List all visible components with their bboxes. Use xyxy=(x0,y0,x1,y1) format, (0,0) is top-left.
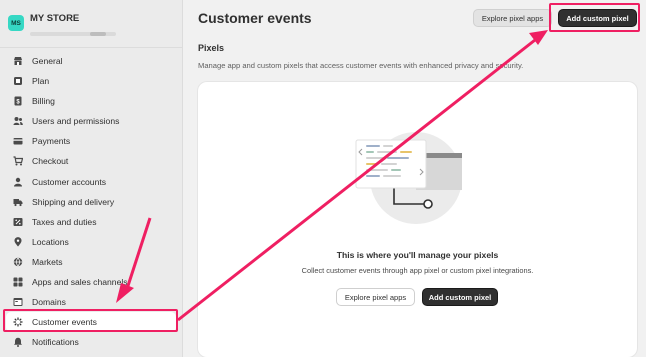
sidebar-item-label: Shipping and delivery xyxy=(32,196,115,207)
settings-sidebar: MS MY STORE General Plan $ Billing Users… xyxy=(0,0,183,357)
sidebar-item-customer-accounts[interactable]: Customer accounts xyxy=(6,172,176,192)
globe-icon xyxy=(13,257,23,267)
store-icon xyxy=(13,56,23,66)
sidebar-item-customer-events[interactable]: Customer events xyxy=(6,312,176,333)
sidebar-divider xyxy=(0,47,182,48)
sidebar-item-label: Customer accounts xyxy=(32,176,107,187)
sidebar-item-payments[interactable]: Payments xyxy=(6,131,176,151)
sidebar-item-label: Checkout xyxy=(32,156,69,167)
truck-icon xyxy=(13,197,23,207)
cart-icon xyxy=(13,156,23,166)
sidebar-item-label: Billing xyxy=(32,96,55,107)
page-title: Customer events xyxy=(198,10,312,26)
customer-events-icon xyxy=(13,317,23,327)
billing-icon: $ xyxy=(13,96,23,106)
sidebar-item-label: Payments xyxy=(32,136,71,147)
sidebar-item-shipping[interactable]: Shipping and delivery xyxy=(6,192,176,212)
apps-icon xyxy=(13,277,23,287)
sidebar-item-taxes[interactable]: Taxes and duties xyxy=(6,212,176,232)
sidebar-item-label: Customer events xyxy=(32,317,97,328)
sidebar-item-domains[interactable]: Domains xyxy=(6,292,176,312)
pixels-section-title: Pixels xyxy=(198,43,225,53)
sidebar-item-notifications[interactable]: Notifications xyxy=(6,332,176,352)
sidebar-item-label: Apps and sales channels xyxy=(32,277,128,288)
sidebar-item-label: Markets xyxy=(32,256,63,267)
sidebar-item-label: Taxes and duties xyxy=(32,216,97,227)
settings-nav: General Plan $ Billing Users and permiss… xyxy=(6,51,176,352)
location-icon xyxy=(13,236,23,247)
empty-state-add-button[interactable]: Add custom pixel xyxy=(422,288,498,306)
sidebar-item-markets[interactable]: Markets xyxy=(6,252,176,272)
store-url-placeholder xyxy=(30,32,116,36)
sidebar-item-label: Users and permissions xyxy=(32,116,120,127)
arrow-head-add-custom-pixel xyxy=(529,30,548,45)
explore-pixel-apps-button[interactable]: Explore pixel apps xyxy=(473,9,552,27)
sidebar-item-general[interactable]: General xyxy=(6,51,176,71)
sidebar-item-users[interactable]: Users and permissions xyxy=(6,111,176,131)
sidebar-item-locations[interactable]: Locations xyxy=(6,232,176,252)
bell-icon xyxy=(13,337,23,348)
users-icon xyxy=(13,116,23,126)
sidebar-item-checkout[interactable]: Checkout xyxy=(6,151,176,171)
add-custom-pixel-button[interactable]: Add custom pixel xyxy=(558,9,637,27)
empty-state-title: This is where you'll manage your pixels xyxy=(336,250,499,260)
sidebar-item-plan[interactable]: Plan xyxy=(6,71,176,91)
store-name: MY STORE xyxy=(30,13,80,24)
empty-state-explore-button[interactable]: Explore pixel apps xyxy=(336,288,415,306)
sidebar-item-label: Plan xyxy=(32,76,50,87)
taxes-icon xyxy=(13,217,23,227)
store-avatar: MS xyxy=(8,15,24,31)
pixels-empty-state-card: This is where you'll manage your pixels … xyxy=(198,82,637,357)
store-header[interactable]: MS MY STORE xyxy=(8,10,175,42)
empty-state-description: Collect customer events through app pixe… xyxy=(301,266,534,275)
sidebar-item-label: Domains xyxy=(32,297,66,308)
domains-icon xyxy=(13,297,23,307)
sidebar-item-label: General xyxy=(32,56,63,66)
sidebar-item-label: Notifications xyxy=(32,337,79,348)
payments-icon xyxy=(13,136,23,146)
sidebar-item-apps[interactable]: Apps and sales channels xyxy=(6,272,176,292)
plan-icon xyxy=(13,76,23,86)
pixels-empty-illustration xyxy=(355,132,462,224)
sidebar-item-label: Locations xyxy=(32,236,69,247)
sidebar-item-billing[interactable]: $ Billing xyxy=(6,91,176,111)
pixels-section-description: Manage app and custom pixels that access… xyxy=(198,61,524,70)
person-icon xyxy=(13,177,23,187)
